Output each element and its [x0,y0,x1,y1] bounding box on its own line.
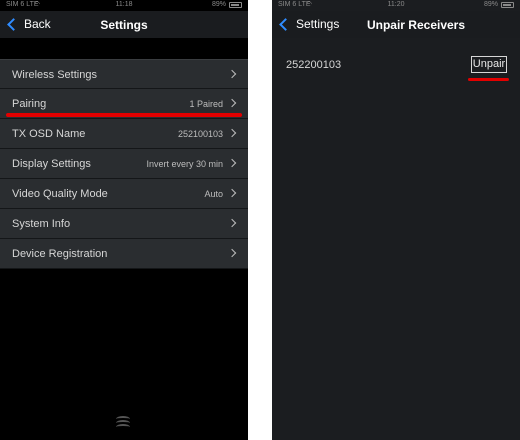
chevron-right-icon [227,128,237,138]
settings-item-value: Invert every 30 min [146,159,223,169]
settings-item-label: Device Registration [12,248,108,260]
navigation-bar: Settings Unpair Receivers [272,11,520,38]
settings-item-label: TX OSD Name [12,128,86,140]
settings-item-device-registration[interactable]: Device Registration [0,239,248,269]
settings-item-value: Auto [204,189,223,199]
receiver-id: 252200103 [286,59,342,71]
settings-item-value: 1 Paired [189,99,223,109]
settings-item-video-quality-mode[interactable]: Video Quality Mode Auto [0,179,248,209]
settings-item-label: Wireless Settings [12,69,97,81]
settings-item-label: Video Quality Mode [12,188,108,200]
settings-item-system-info[interactable]: System Info [0,209,248,239]
chevron-right-icon [227,188,237,198]
chevron-right-icon [227,69,237,79]
unpair-button[interactable]: Unpair [471,56,507,73]
unpair-receivers-screen: SIM 6 LTE ◠ 11:20 89% Settings Unpair Re… [272,0,520,440]
back-chevron-icon [279,17,292,31]
settings-item-label: Pairing [12,98,47,110]
settings-item-display-settings[interactable]: Display Settings Invert every 30 min [0,149,248,179]
battery-icon [501,2,514,8]
status-bar: SIM 6 LTE ◠ 11:18 89% [0,0,248,11]
battery-percent: 89% [483,1,498,8]
settings-screen: SIM 6 LTE ◠ 11:18 89% Back Settings Wire… [0,0,248,440]
battery-icon [229,2,242,8]
battery-percent: 89% [211,1,226,8]
chevron-right-icon [227,98,237,108]
settings-item-tx-osd-name[interactable]: TX OSD Name 252100103 [0,119,248,149]
page-title: Settings [100,18,148,32]
chevron-right-icon [227,158,237,168]
home-indicator-icon [116,414,130,428]
status-bar: SIM 6 LTE ◠ 11:20 89% [272,0,520,11]
settings-list: Wireless Settings Pairing 1 Paired TX OS… [0,59,248,269]
navigation-bar: Back Settings [0,11,248,38]
chevron-right-icon [227,248,237,258]
pairing-highlight-underline [6,113,242,117]
page-title: Unpair Receivers [366,18,466,32]
clock-label: 11:18 [115,1,133,8]
settings-item-wireless-settings[interactable]: Wireless Settings [0,59,248,89]
settings-item-value: 252100103 [177,129,223,139]
unpair-highlight-underline [468,78,509,81]
settings-item-label: System Info [12,218,71,230]
chevron-right-icon [227,218,237,228]
clock-label: 11:20 [387,1,405,8]
settings-item-label: Display Settings [12,158,91,170]
section-spacer [0,38,248,59]
